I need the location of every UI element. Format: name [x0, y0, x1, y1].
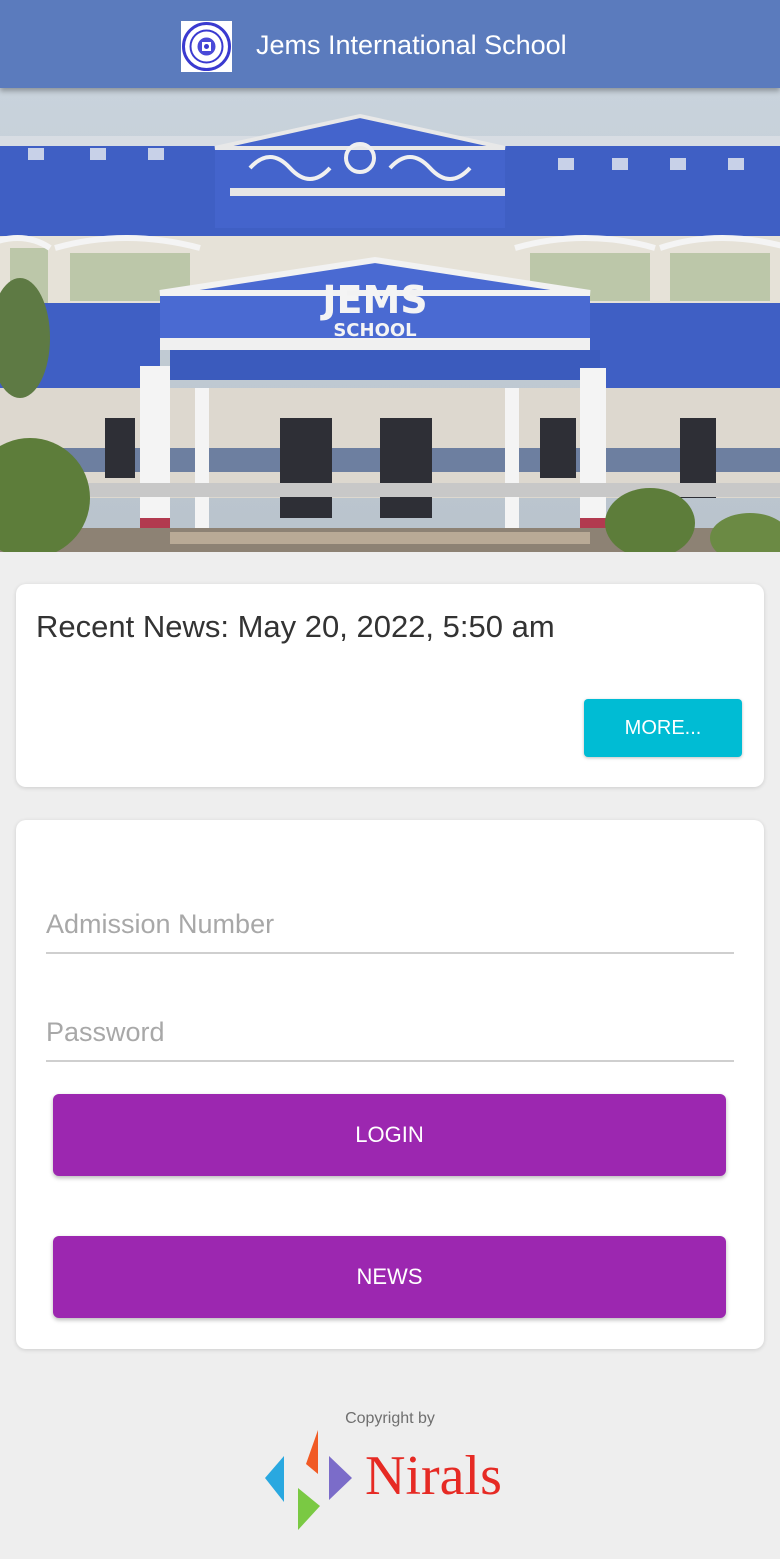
admission-number-field [46, 898, 734, 954]
school-logo-icon [181, 21, 232, 72]
sign-main-text: JEMS [319, 278, 427, 322]
app-bar: Jems International School [0, 0, 780, 88]
app-title: Jems International School [256, 30, 567, 60]
news-button[interactable]: NEWS [53, 1236, 726, 1318]
nirals-logo: Nirals [262, 1428, 522, 1534]
sign-sub-text: SCHOOL [333, 320, 416, 341]
recent-news-text: Recent News: May 20, 2022, 5:50 am [36, 609, 555, 644]
login-card: LOGIN NEWS [16, 820, 764, 1349]
school-building-image: JEMS SCHOOL [0, 88, 780, 552]
nirals-brand-text: Nirals [365, 1445, 502, 1507]
password-input[interactable] [46, 1006, 734, 1058]
admission-number-input[interactable] [46, 898, 734, 950]
more-button[interactable]: MORE... [584, 699, 742, 757]
copyright-text: Copyright by [345, 1410, 435, 1427]
password-field [46, 1006, 734, 1062]
nirals-mark-icon [265, 1430, 352, 1530]
login-button[interactable]: LOGIN [53, 1094, 726, 1176]
recent-news-card: Recent News: May 20, 2022, 5:50 am MORE.… [16, 584, 764, 787]
